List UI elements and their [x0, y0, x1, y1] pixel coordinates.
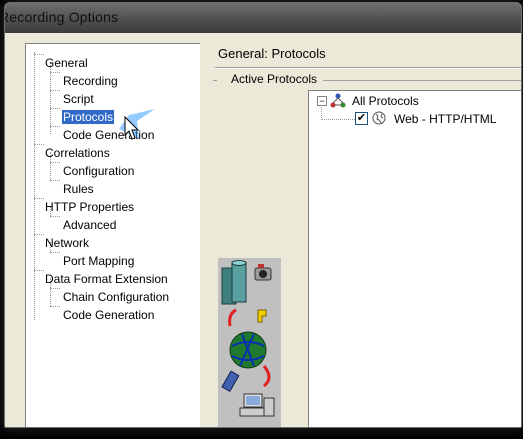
group-box-line [213, 80, 217, 81]
tree-branch-line [50, 306, 60, 307]
tree-branch-line [50, 180, 60, 181]
recording-options-window: Recording Options General Recording Scri… [4, 2, 522, 428]
tree-branch-line [50, 252, 60, 253]
tree-item-general[interactable]: General [44, 55, 89, 71]
tree-branch-line [50, 126, 60, 127]
tree-branch-line [50, 162, 60, 163]
mouse-pointer-icon [119, 109, 155, 140]
tree-item-recording[interactable]: Recording [61, 73, 119, 89]
tree-branch-line [34, 234, 44, 235]
all-protocols-label[interactable]: All Protocols [352, 94, 419, 108]
tree-connector [321, 119, 355, 120]
panel-title: General: Protocols [218, 46, 326, 61]
window-title: Recording Options [4, 9, 119, 25]
tree-item-data-format-extension[interactable]: Data Format Extension [44, 271, 169, 287]
tree-item-chain-configuration[interactable]: Chain Configuration [61, 289, 170, 305]
tree-branch-line [34, 54, 44, 55]
tree-item-script[interactable]: Script [61, 91, 95, 107]
network-group-icon [330, 93, 346, 108]
tree-branch-line [50, 288, 60, 289]
title-bar[interactable]: Recording Options [5, 3, 521, 33]
recording-workflow-illustration [218, 258, 281, 427]
tree-item-network[interactable]: Network [44, 235, 90, 251]
tree-branch-line [34, 198, 44, 199]
collapse-toggle[interactable]: − [317, 96, 327, 106]
tree-item-port-mapping[interactable]: Port Mapping [61, 253, 135, 269]
tree-branch-line [50, 108, 60, 109]
web-http-html-label[interactable]: Web - HTTP/HTML [394, 112, 496, 126]
options-category-tree[interactable]: General Recording Script Protocols Code … [25, 43, 200, 427]
tree-root-line [34, 52, 35, 320]
tree-branch-line [34, 144, 44, 145]
tree-item-protocols[interactable]: Protocols [60, 109, 116, 125]
tree-branch-line [50, 72, 60, 73]
tree-item-advanced[interactable]: Advanced [61, 217, 117, 233]
tree-item-http-properties[interactable]: HTTP Properties [44, 199, 135, 215]
protocol-tree[interactable]: − All Protocols ✔ Web - HTTP/HTML [308, 90, 521, 427]
tree-item-rules[interactable]: Rules [61, 181, 95, 197]
tree-item-configuration[interactable]: Configuration [61, 163, 135, 179]
globe-icon [372, 111, 386, 125]
tree-branch-line [50, 90, 60, 91]
group-box-line [323, 80, 521, 81]
tree-branch-line [50, 216, 60, 217]
tree-item-correlations[interactable]: Correlations [44, 145, 111, 161]
active-protocols-label: Active Protocols [231, 72, 318, 86]
web-http-checkbox[interactable]: ✔ [355, 112, 368, 125]
tree-connector [321, 105, 322, 120]
tree-item-code-generation-2[interactable]: Code Generation [61, 307, 155, 323]
panel-separator [215, 67, 521, 69]
tree-branch-line [34, 270, 44, 271]
